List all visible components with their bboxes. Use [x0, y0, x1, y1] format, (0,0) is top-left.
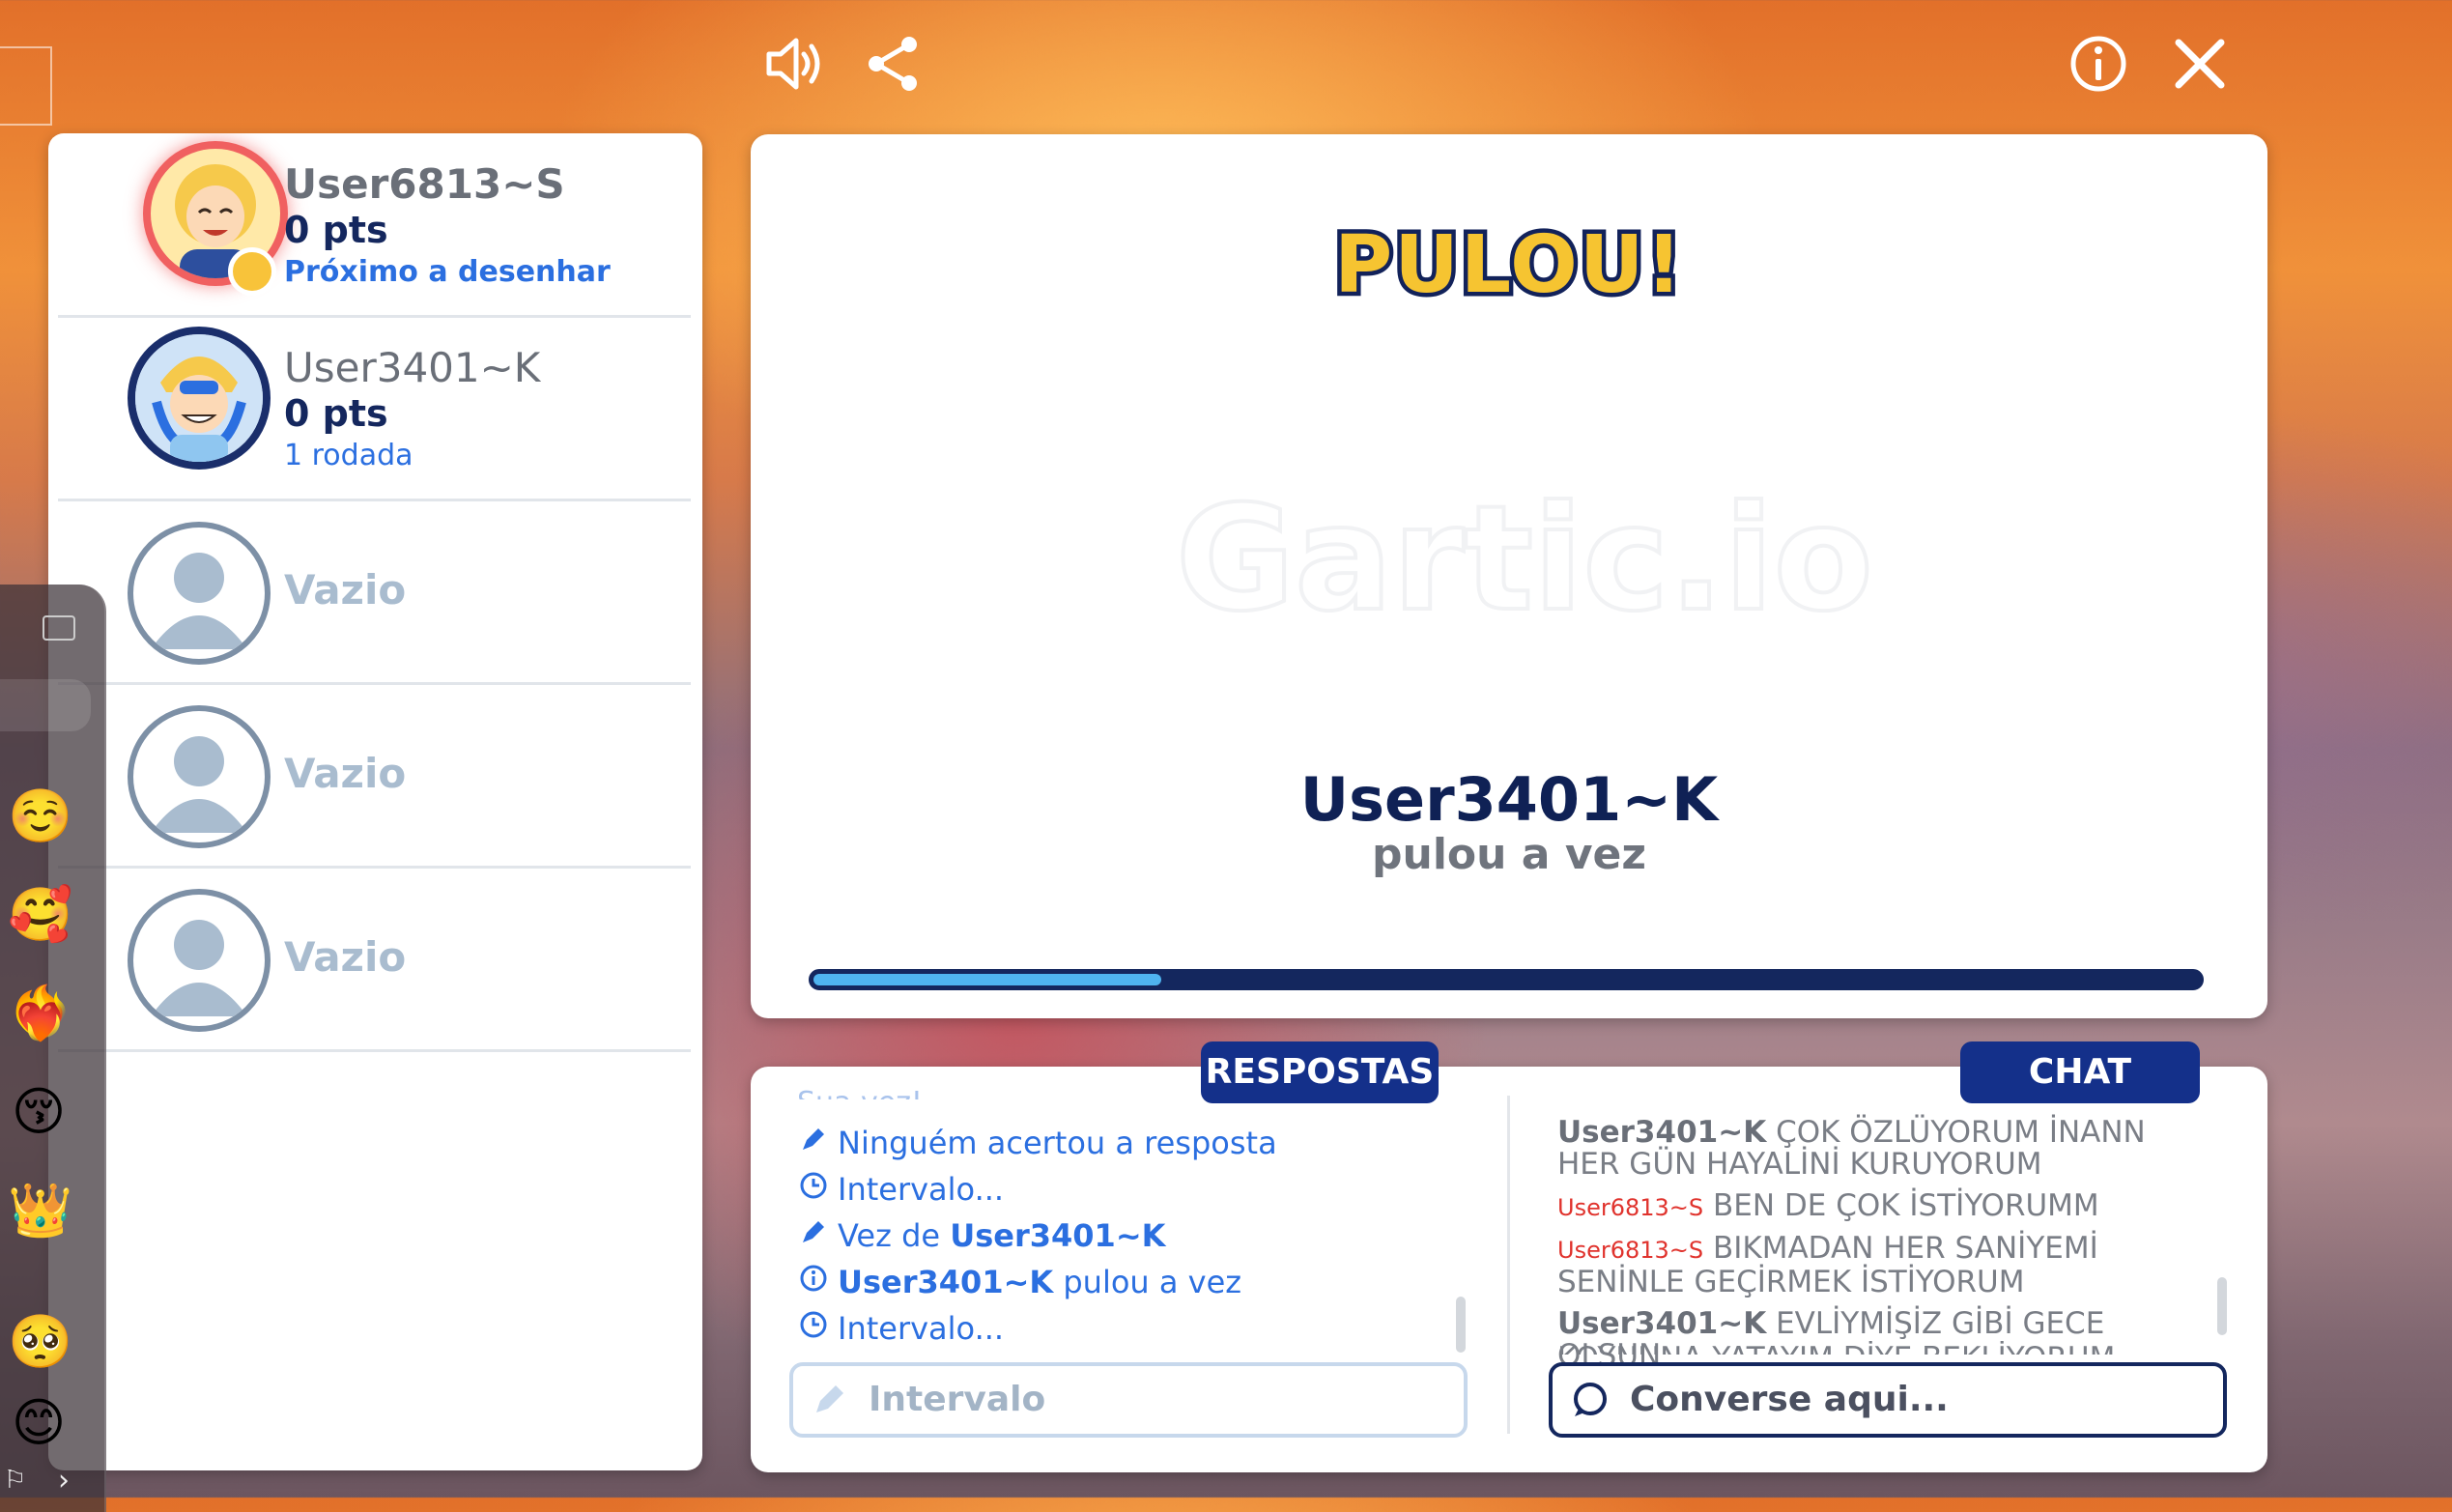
empty-slot-label: Vazio: [284, 933, 407, 981]
answers-chat-panel: RESPOSTAS CHAT Sua vez! Ninguém acertou …: [751, 1041, 2267, 1472]
empty-avatar-icon: [128, 522, 271, 665]
clock-icon: [797, 1310, 830, 1347]
info-icon[interactable]: [2067, 33, 2129, 95]
skipped-message: pulou a vez: [1372, 830, 1646, 879]
player-name: User3401~K: [284, 344, 541, 391]
answers-cut-line: Sua vez!: [797, 1086, 923, 1099]
emoji-button[interactable]: ❤️‍🔥: [8, 983, 72, 1044]
emoji-button[interactable]: 🥺: [8, 1311, 72, 1373]
emoji-button[interactable]: 😊: [8, 1392, 70, 1454]
skipped-user-name: User3401~K: [1299, 764, 1719, 835]
chat-cut-line: KOYNUNA YATAYIM DİYE BEKLİYORUM: [1557, 1341, 2214, 1355]
panel-divider: [1507, 1096, 1510, 1434]
answer-input[interactable]: Intervalo: [789, 1362, 1468, 1438]
emoji-search-bar[interactable]: [0, 679, 91, 731]
empty-slot: Vazio: [58, 868, 691, 1052]
chat-input[interactable]: Converse aqui...: [1549, 1362, 2227, 1438]
chat-message: User3401~K ÇOK ÖZLÜYORUM İNANN HER GÜN H…: [1557, 1115, 2146, 1182]
empty-avatar-icon: [128, 705, 271, 848]
close-icon[interactable]: [2169, 33, 2231, 95]
emoji-picker-strip: ☺️ 🥰 ❤️‍🔥 😚 👑 🥺 😊 ⚐ ›: [0, 585, 106, 1512]
player-card[interactable]: User3401~K 0 pts 1 rodada: [58, 317, 691, 501]
round-timer-fill: [813, 974, 1161, 985]
next-drawer-badge: [228, 247, 276, 296]
empty-slot-label: Vazio: [284, 750, 407, 797]
empty-slot: Vazio: [58, 500, 691, 685]
player-points: 0 pts: [284, 392, 388, 435]
info-icon: [797, 1264, 830, 1300]
emoji-button[interactable]: 😚: [8, 1081, 70, 1143]
answers-line: Ninguém acertou a resposta: [797, 1125, 1277, 1161]
round-timer-bar: [809, 969, 2204, 990]
pencil-icon: [797, 1217, 830, 1254]
flag-icon[interactable]: ⚐: [4, 1466, 26, 1495]
emoji-button[interactable]: 🥰: [8, 884, 72, 946]
answers-line: Intervalo...: [797, 1171, 1004, 1208]
pencil-icon: [797, 1125, 830, 1161]
player-name: User6813~S: [284, 160, 565, 208]
answers-line: Vez de User3401~K: [797, 1217, 1165, 1254]
gartic-watermark-logo: Gartic.io: [1174, 475, 1875, 643]
empty-avatar-icon: [128, 889, 271, 1032]
chat-message: User6813~S BEN DE ÇOK İSTİYORUMM: [1557, 1188, 2099, 1223]
empty-slot-label: Vazio: [284, 566, 407, 613]
chat-message: User6813~S BIKMADAN HER SANİYEMİ SENİNLE…: [1557, 1231, 2098, 1299]
sound-icon[interactable]: [761, 33, 823, 95]
chat-scrollbar[interactable]: [2217, 1277, 2227, 1335]
round-result-title: PULOU!: [1330, 215, 1687, 316]
player-points: 0 pts: [284, 209, 388, 251]
chat-bubble-icon: [1574, 1383, 1607, 1416]
share-icon[interactable]: [863, 33, 925, 95]
emoji-button[interactable]: 👑: [8, 1180, 72, 1241]
emoji-button[interactable]: ☺️: [8, 785, 72, 847]
player-list: User6813~S 0 pts Próximo a desenhar User…: [48, 133, 702, 1470]
answer-input-placeholder: Intervalo: [869, 1380, 1046, 1419]
drawing-board: PULOU! Gartic.io User3401~K pulou a vez: [751, 134, 2267, 1018]
player-card[interactable]: User6813~S 0 pts Próximo a desenhar: [58, 133, 691, 318]
answers-scrollbar[interactable]: [1456, 1297, 1466, 1353]
window-thumbnail: [0, 46, 52, 126]
tab-answers[interactable]: RESPOSTAS: [1201, 1041, 1439, 1103]
keyboard-icon[interactable]: [43, 615, 75, 641]
pencil-icon: [816, 1385, 843, 1412]
chat-input-placeholder: Converse aqui...: [1630, 1380, 1949, 1419]
clock-icon: [797, 1171, 830, 1208]
avatar: [128, 327, 271, 470]
tab-chat[interactable]: CHAT: [1960, 1041, 2200, 1103]
player-status: Próximo a desenhar: [284, 255, 611, 289]
empty-slot: Vazio: [58, 684, 691, 869]
answers-line: Intervalo...: [797, 1310, 1004, 1347]
answers-line: User3401~K pulou a vez: [797, 1264, 1241, 1300]
player-status: 1 rodada: [284, 439, 413, 472]
chevron-right-icon[interactable]: ›: [58, 1464, 70, 1498]
